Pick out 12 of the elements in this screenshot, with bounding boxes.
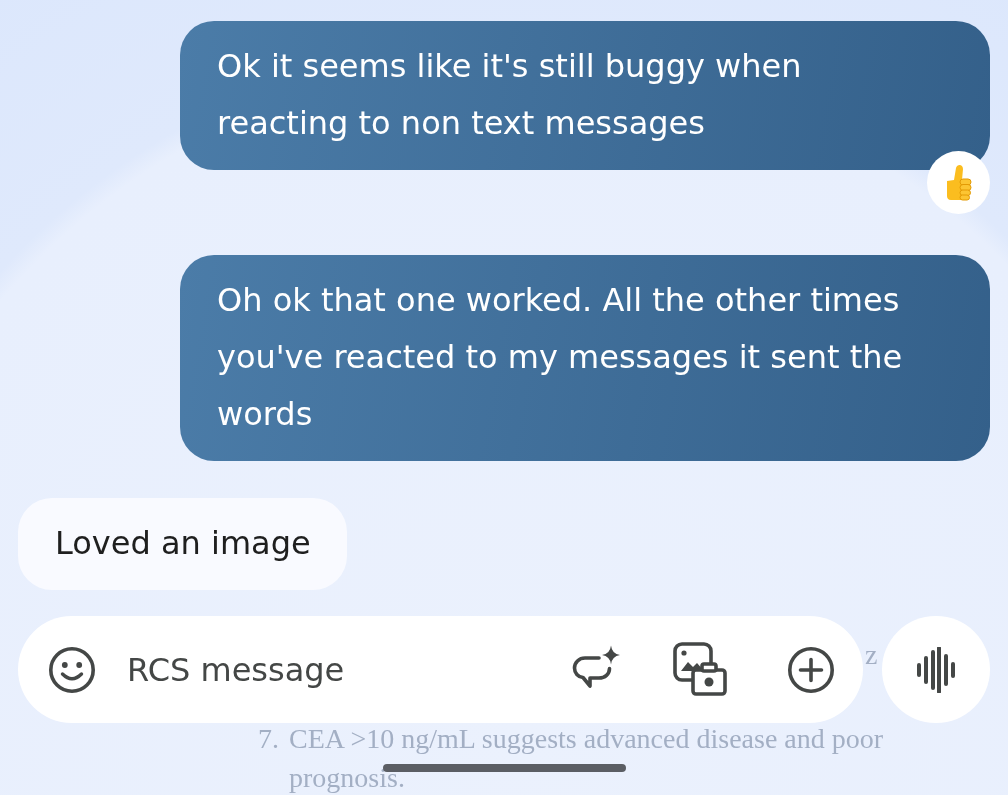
message-input[interactable]: RCS message xyxy=(127,644,549,695)
add-icon[interactable] xyxy=(787,645,835,694)
waveform-icon xyxy=(916,646,956,693)
received-message: Loved an image xyxy=(18,498,347,590)
background-text: prognosis. xyxy=(289,765,405,791)
sent-message: Oh ok that one worked. All the other times you've reacted to my messages it sent the words xyxy=(180,255,990,461)
gallery-camera-icon[interactable] xyxy=(672,641,728,698)
emoji-icon[interactable] xyxy=(48,645,96,694)
background-text: CEA >10 ng/mL suggests advanced disease and poor xyxy=(289,722,884,756)
list-number: 7. xyxy=(258,722,280,756)
background-text: z xyxy=(865,638,878,672)
sent-message: Ok it seems like it's still buggy when reacting to non text messages xyxy=(180,21,990,170)
